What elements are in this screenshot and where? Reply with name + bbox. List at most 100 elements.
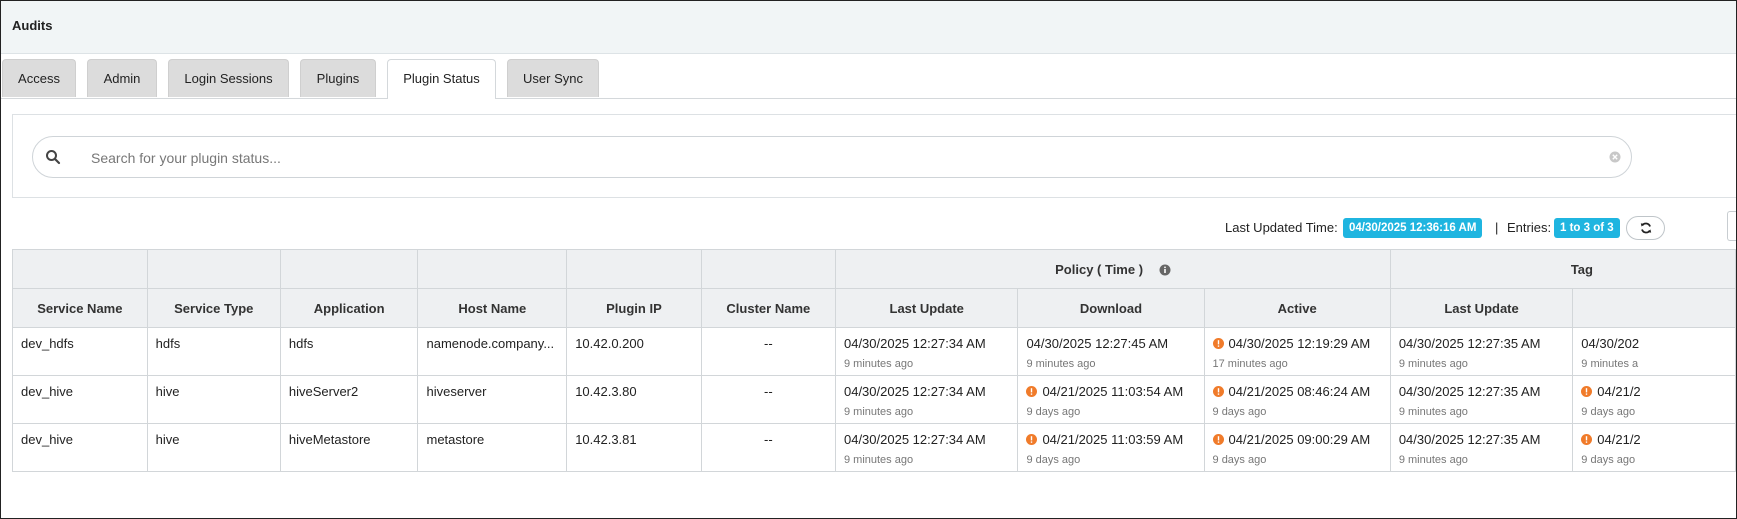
tab-access[interactable]: Access: [2, 59, 76, 97]
col-plugin-ip[interactable]: Plugin IP: [566, 288, 702, 328]
group-header-empty: [12, 249, 148, 289]
last-updated-badge: 04/30/2025 12:36:16 AM: [1343, 218, 1483, 238]
audit-tabs: Access Admin Login Sessions Plugins Plug…: [1, 59, 1736, 99]
timestamp: 04/30/2025 12:27:34 AM: [843, 384, 986, 399]
policy-group-label: Policy ( Time ): [1055, 261, 1144, 277]
search-panel: [12, 114, 1736, 198]
table-row: dev_hdfs hdfs hdfs namenode.company... 10.42…: [12, 327, 1736, 376]
col-service-type[interactable]: Service Type: [146, 288, 281, 328]
last-updated-label: Last Updated Time:: [1225, 220, 1338, 235]
timestamp: 04/30/2025 12:27:35 AM: [1398, 384, 1541, 399]
timestamp: 04/21/2: [1597, 432, 1641, 447]
tab-login-sessions[interactable]: Login Sessions: [168, 59, 289, 97]
tab-plugins[interactable]: Plugins: [300, 59, 376, 97]
plugin-ip-cell: 10.42.0.200: [566, 327, 702, 376]
col-cluster-name[interactable]: Cluster Name: [700, 288, 836, 328]
tag-last-update-cell: 04/30/2025 12:27:35 AM 9 minutes ago: [1389, 423, 1574, 472]
col-policy-active[interactable]: Active: [1203, 288, 1391, 328]
tag-group-header: Tag: [1389, 249, 1736, 289]
relative-time: 17 minutes ago: [1212, 358, 1288, 370]
plugin-ip-cell: 10.42.3.80: [566, 375, 702, 424]
col-policy-download[interactable]: Download: [1017, 288, 1205, 328]
service-name-cell: dev_hive: [12, 375, 148, 424]
tab-user-sync[interactable]: User Sync: [507, 59, 599, 97]
host-name-cell: metastore: [417, 423, 568, 472]
relative-time: 9 minutes ago: [843, 406, 914, 418]
search-box[interactable]: [32, 136, 1632, 178]
timestamp: 04/30/2025 12:27:35 AM: [1398, 432, 1541, 447]
group-header-row: Policy ( Time ) Tag: [12, 249, 1736, 289]
timestamp: 04/30/2025 12:27:34 AM: [843, 432, 986, 447]
info-icon[interactable]: [1159, 264, 1171, 276]
relative-time: 9 minutes ago: [843, 358, 914, 370]
warning-icon: [1581, 433, 1593, 445]
page-title: Audits: [12, 18, 53, 33]
tag-last-update-cell: 04/30/2025 12:27:35 AM 9 minutes ago: [1389, 327, 1574, 376]
refresh-button[interactable]: [1626, 216, 1665, 240]
col-policy-last-update[interactable]: Last Update: [834, 288, 1019, 328]
policy-last-update-cell: 04/30/2025 12:27:34 AM 9 minutes ago: [834, 423, 1019, 472]
policy-active-cell: 04/21/2025 09:00:29 AM 9 days ago: [1203, 423, 1391, 472]
tag-download-cell: 04/21/2 9 days ago: [1572, 423, 1736, 472]
timestamp: 04/21/2025 09:00:29 AM: [1228, 432, 1371, 447]
col-application[interactable]: Application: [279, 288, 419, 328]
group-header-empty: [417, 249, 568, 289]
audits-page: Audits Access Admin Login Sessions Plugi…: [0, 0, 1737, 519]
policy-group-header: Policy ( Time ): [834, 249, 1391, 289]
relative-time: 9 days ago: [1212, 406, 1267, 418]
policy-download-cell: 04/21/2025 11:03:59 AM 9 days ago: [1017, 423, 1205, 472]
relative-time: 9 days ago: [1026, 454, 1081, 466]
service-type-cell: hive: [146, 423, 281, 472]
column-toggle-button[interactable]: [1727, 211, 1736, 241]
tag-group-label: Tag: [1570, 261, 1593, 277]
timestamp: 04/30/2025 12:27:35 AM: [1398, 336, 1541, 351]
timestamp: 04/21/2025 11:03:59 AM: [1042, 432, 1184, 447]
policy-active-cell: 04/30/2025 12:19:29 AM 17 minutes ago: [1203, 327, 1391, 376]
group-header-empty: [700, 249, 836, 289]
col-service-name[interactable]: Service Name: [12, 288, 148, 328]
relative-time: 9 minutes ago: [1398, 454, 1468, 466]
tab-admin[interactable]: Admin: [87, 59, 157, 97]
timestamp: 04/21/2025 08:46:24 AM: [1228, 384, 1371, 399]
warning-icon: [1212, 385, 1224, 397]
relative-time: 9 minutes ago: [1026, 358, 1096, 370]
warning-icon: [1581, 385, 1593, 397]
cluster-name-cell: --: [700, 327, 836, 376]
table-row: dev_hive hive hiveServer2 hiveserver 10.42.3…: [12, 375, 1736, 424]
status-separator: |: [1495, 220, 1499, 235]
service-name-cell: dev_hive: [12, 423, 148, 472]
plugin-status-table: Policy ( Time ) Tag Service Name Service…: [12, 249, 1736, 472]
relative-time: 9 days ago: [1581, 454, 1636, 466]
group-header-empty: [279, 249, 419, 289]
warning-icon: [1026, 433, 1038, 445]
warning-icon: [1212, 337, 1224, 349]
relative-time: 9 days ago: [1581, 406, 1636, 418]
col-host-name[interactable]: Host Name: [417, 288, 568, 328]
warning-icon: [1026, 385, 1038, 397]
relative-time: 9 minutes ago: [1398, 406, 1468, 418]
policy-download-cell: 04/21/2025 11:03:54 AM 9 days ago: [1017, 375, 1205, 424]
host-name-cell: namenode.company...: [417, 327, 568, 376]
search-input[interactable]: [89, 145, 1593, 171]
table-row: dev_hive hive hiveMetastore metastore 10.42.…: [12, 423, 1736, 472]
policy-download-cell: 04/30/2025 12:27:45 AM 9 minutes ago: [1017, 327, 1205, 376]
policy-last-update-cell: 04/30/2025 12:27:34 AM 9 minutes ago: [834, 327, 1019, 376]
tag-download-cell: 04/30/202 9 minutes a: [1572, 327, 1736, 376]
timestamp: 04/30/2025 12:27:45 AM: [1026, 336, 1169, 351]
policy-last-update-cell: 04/30/2025 12:27:34 AM 9 minutes ago: [834, 375, 1019, 424]
col-tag-download[interactable]: [1572, 288, 1736, 328]
relative-time: 9 minutes ago: [1398, 358, 1468, 370]
timestamp: 04/30/2025 12:19:29 AM: [1228, 336, 1371, 351]
application-cell: hiveServer2: [279, 375, 419, 424]
tag-download-cell: 04/21/2 9 days ago: [1572, 375, 1736, 424]
col-tag-last-update[interactable]: Last Update: [1389, 288, 1574, 328]
policy-active-cell: 04/21/2025 08:46:24 AM 9 days ago: [1203, 375, 1391, 424]
timestamp: 04/30/2025 12:27:34 AM: [843, 336, 986, 351]
service-type-cell: hdfs: [146, 327, 281, 376]
column-header-row: Service Name Service Type Application Ho…: [12, 288, 1736, 328]
plugin-ip-cell: 10.42.3.81: [566, 423, 702, 472]
clear-icon[interactable]: [1609, 151, 1621, 163]
warning-icon: [1212, 433, 1224, 445]
timestamp: 04/21/2025 11:03:54 AM: [1042, 384, 1184, 399]
tab-plugin-status[interactable]: Plugin Status: [387, 59, 496, 99]
